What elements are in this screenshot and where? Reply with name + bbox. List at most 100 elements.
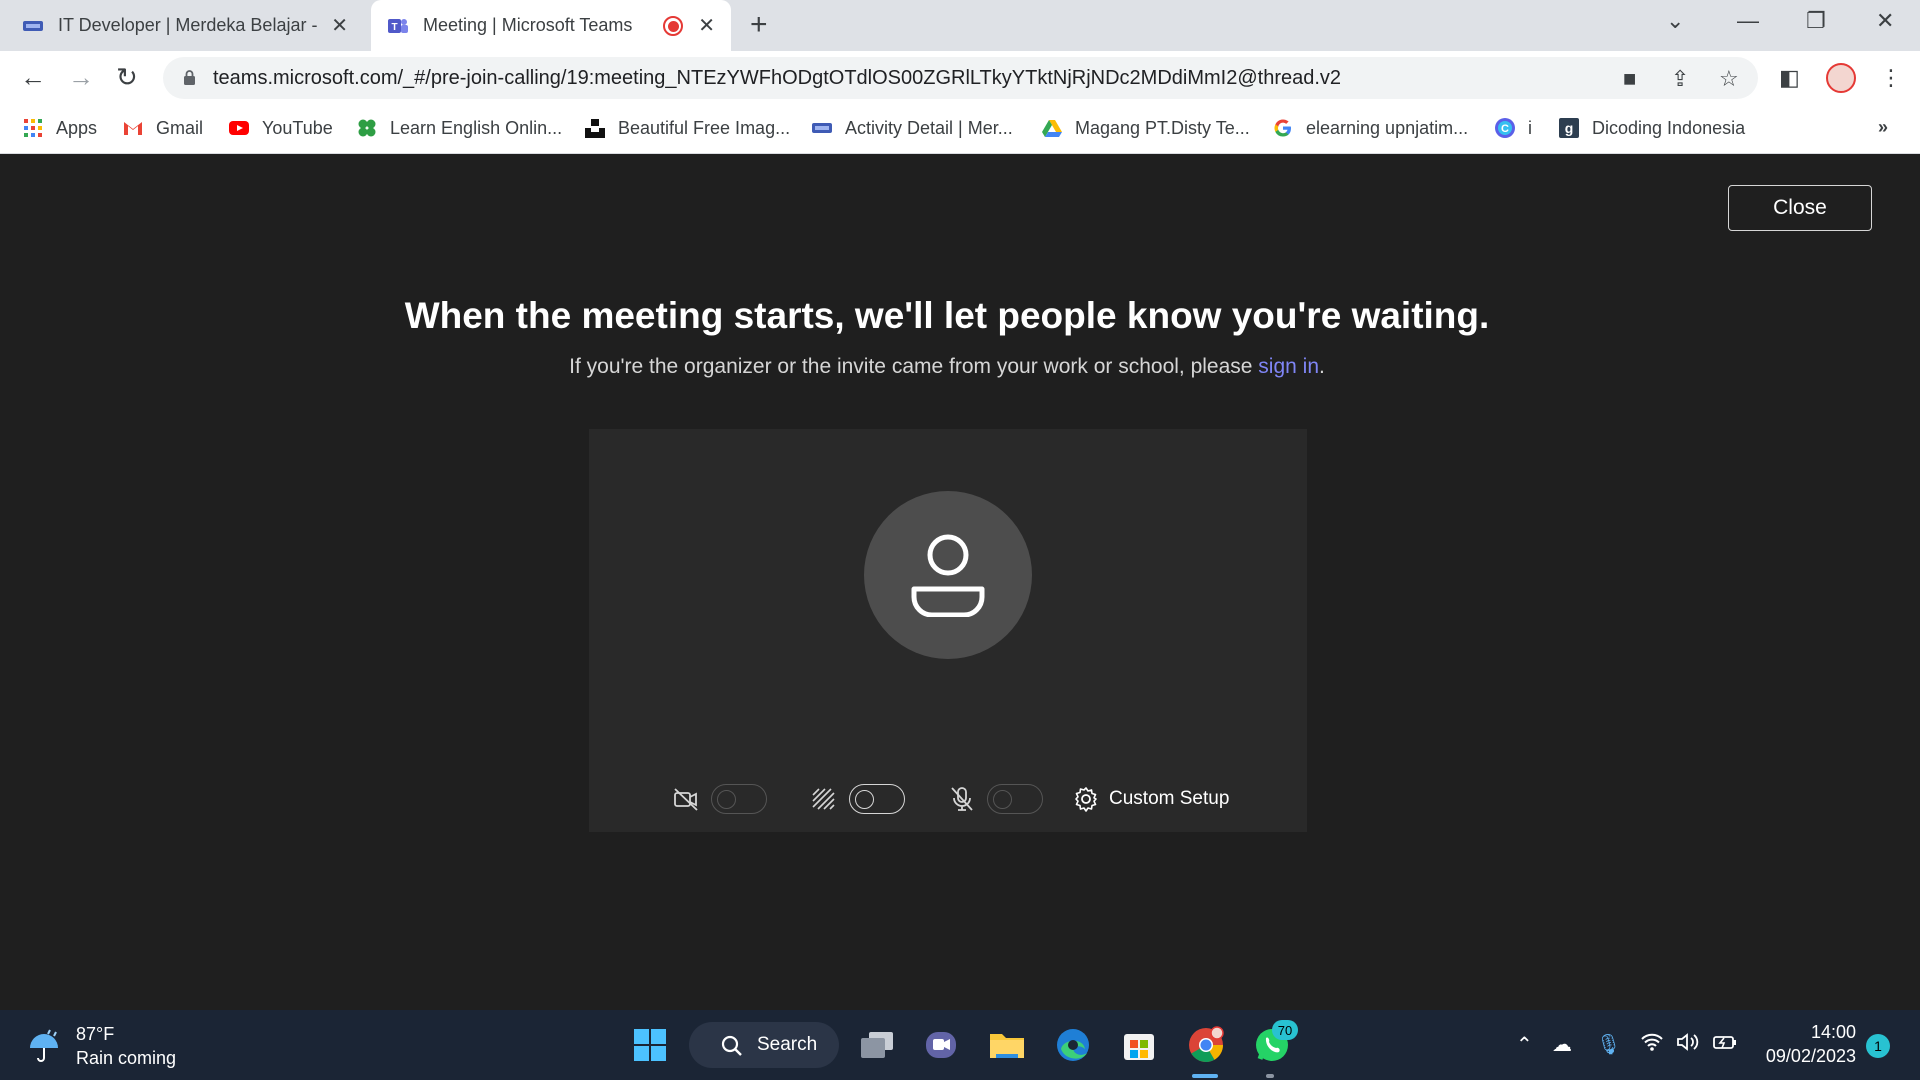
bookmark-label: Learn English Onlin... <box>390 117 563 138</box>
microphone-in-use-icon[interactable]: 🎙 <box>1596 1032 1621 1057</box>
share-icon[interactable]: ⇪ <box>1671 66 1689 92</box>
side-panel-icon[interactable]: ◧ <box>1779 65 1800 91</box>
search-label: Search <box>757 1034 818 1055</box>
file-explorer-button[interactable] <box>987 1025 1027 1065</box>
video-preview: Custom Setup <box>589 429 1307 832</box>
svg-text:g: g <box>1565 120 1574 136</box>
forward-button[interactable]: → <box>68 63 94 91</box>
custom-setup-label: Custom Setup <box>1109 788 1230 809</box>
minimize-button[interactable]: — <box>1737 8 1759 34</box>
browser-tab-strip: IT Developer | Merdeka Belajar - ✕ T Mee… <box>0 0 1920 51</box>
unsplash-icon <box>585 119 605 138</box>
more-bookmarks-button[interactable]: » <box>1878 117 1888 138</box>
whatsapp-unread-badge: 70 <box>1272 1020 1298 1040</box>
show-hidden-icons-chevron-icon[interactable]: ⌃ <box>1516 1032 1533 1057</box>
edge-button[interactable] <box>1053 1025 1093 1065</box>
chrome-icon <box>1189 1026 1224 1062</box>
kampus-merdeka-icon <box>23 20 43 31</box>
teams-chat-button[interactable] <box>921 1025 961 1065</box>
tab-title: IT Developer | Merdeka Belajar - <box>58 15 318 35</box>
youtube-icon <box>229 121 249 135</box>
address-bar[interactable]: teams.microsoft.com/_#/pre-join-calling/… <box>163 57 1758 99</box>
bookmark-i[interactable]: C i <box>1494 117 1532 139</box>
bookmark-activity-detail[interactable]: Activity Detail | Mer... <box>811 117 1013 139</box>
sign-in-prompt: If you're the organizer or the invite ca… <box>0 355 1894 379</box>
camera-toggle[interactable] <box>711 784 767 814</box>
google-icon <box>1274 119 1291 137</box>
volume-icon[interactable] <box>1676 1032 1700 1058</box>
back-button[interactable]: ← <box>20 63 46 91</box>
tab-microsoft-teams[interactable]: T Meeting | Microsoft Teams ✕ <box>371 0 731 51</box>
bookmark-unsplash[interactable]: Beautiful Free Imag... <box>584 117 790 139</box>
battery-charging-icon[interactable] <box>1712 1032 1738 1058</box>
bookmark-star-icon[interactable]: ☆ <box>1719 66 1739 92</box>
system-clock[interactable]: 14:00 09/02/2023 <box>1760 1020 1856 1068</box>
bookmark-youtube[interactable]: YouTube <box>228 117 333 139</box>
task-view-icon <box>861 1032 893 1058</box>
task-view-button[interactable] <box>857 1025 897 1065</box>
profile-avatar[interactable] <box>1826 63 1856 93</box>
page-title: When the meeting starts, we'll let peopl… <box>404 295 1490 336</box>
camera-off-icon[interactable] <box>671 784 701 814</box>
bookmark-magang[interactable]: Magang PT.Disty Te... <box>1041 117 1250 139</box>
close-window-button[interactable]: ✕ <box>1876 8 1894 34</box>
weather-widget[interactable]: 87°F Rain coming <box>26 1022 176 1070</box>
recording-indicator-icon <box>663 16 683 36</box>
clover-icon <box>358 119 376 137</box>
taskbar-search[interactable]: Search <box>689 1022 839 1068</box>
gear-icon <box>1071 784 1101 814</box>
onedrive-cloud-icon[interactable]: ☁ <box>1552 1032 1572 1057</box>
clock-date: 09/02/2023 <box>1765 1046 1856 1066</box>
sign-in-prompt-text: If you're the organizer or the invite ca… <box>569 355 1259 378</box>
chrome-button[interactable] <box>1186 1025 1226 1065</box>
bookmark-learn-english[interactable]: Learn English Onlin... <box>356 117 562 139</box>
bookmark-label: Activity Detail | Mer... <box>845 117 1013 138</box>
wifi-icon[interactable] <box>1640 1032 1664 1058</box>
microphone-off-icon[interactable] <box>947 784 977 814</box>
bookmarks-bar: Apps Gmail YouTube Learn English Onlin..… <box>0 105 1920 154</box>
background-blur-toggle[interactable] <box>849 784 905 814</box>
edge-icon <box>1057 1029 1089 1061</box>
whatsapp-running-indicator <box>1266 1074 1274 1078</box>
bookmark-gmail[interactable]: Gmail <box>122 117 203 139</box>
avatar <box>864 491 1032 659</box>
menu-kebab-icon[interactable]: ⋮ <box>1880 65 1902 91</box>
bookmark-label: i <box>1528 117 1532 138</box>
background-blur-icon[interactable] <box>809 784 839 814</box>
bookmark-label: Dicoding Indonesia <box>1592 117 1746 138</box>
url-text[interactable]: teams.microsoft.com/_#/pre-join-calling/… <box>213 67 1341 90</box>
close-tab-icon[interactable]: ✕ <box>331 13 348 38</box>
weather-condition: Rain coming <box>76 1048 177 1068</box>
microphone-toggle[interactable] <box>987 784 1043 814</box>
dicoding-icon: g <box>1559 118 1579 138</box>
bookmark-label: Gmail <box>156 117 204 138</box>
camera-in-use-icon[interactable]: ■ <box>1623 66 1636 92</box>
restore-button[interactable]: ❐ <box>1806 8 1826 34</box>
close-tab-icon[interactable]: ✕ <box>698 13 715 38</box>
reload-button[interactable]: ↻ <box>116 63 138 91</box>
svg-text:T: T <box>391 22 397 33</box>
tab-search-chevron-icon[interactable]: ⌄ <box>1666 8 1684 34</box>
microsoft-store-button[interactable] <box>1119 1025 1159 1065</box>
bookmark-elearning[interactable]: elearning upnjatim... <box>1272 117 1468 139</box>
browser-toolbar: ← → ↻ teams.microsoft.com/_#/pre-join-ca… <box>0 51 1920 105</box>
bookmark-apps[interactable]: Apps <box>22 117 97 139</box>
close-button[interactable]: Close <box>1728 185 1872 231</box>
bookmark-label: Magang PT.Disty Te... <box>1075 117 1250 138</box>
folder-icon <box>990 1034 1024 1058</box>
new-tab-button[interactable]: + <box>750 8 768 42</box>
notification-count-badge[interactable]: 1 <box>1866 1034 1890 1058</box>
umbrella-rain-icon <box>30 1029 58 1062</box>
bookmark-label: Beautiful Free Imag... <box>618 117 791 138</box>
bookmark-label: elearning upnjatim... <box>1306 117 1469 138</box>
google-drive-icon <box>1042 120 1062 137</box>
custom-setup-button[interactable]: Custom Setup <box>1071 784 1229 814</box>
sign-in-link[interactable]: sign in <box>1258 355 1319 378</box>
tab-merdeka-belajar[interactable]: IT Developer | Merdeka Belajar - ✕ <box>22 0 362 51</box>
sign-in-prompt-suffix: . <box>1319 355 1325 378</box>
windows-logo-icon <box>634 1029 666 1061</box>
bookmark-dicoding[interactable]: g Dicoding Indonesia <box>1558 117 1745 139</box>
device-controls: Custom Setup <box>671 781 1229 817</box>
start-button[interactable] <box>630 1025 670 1065</box>
teams-chat-icon <box>926 1032 956 1058</box>
